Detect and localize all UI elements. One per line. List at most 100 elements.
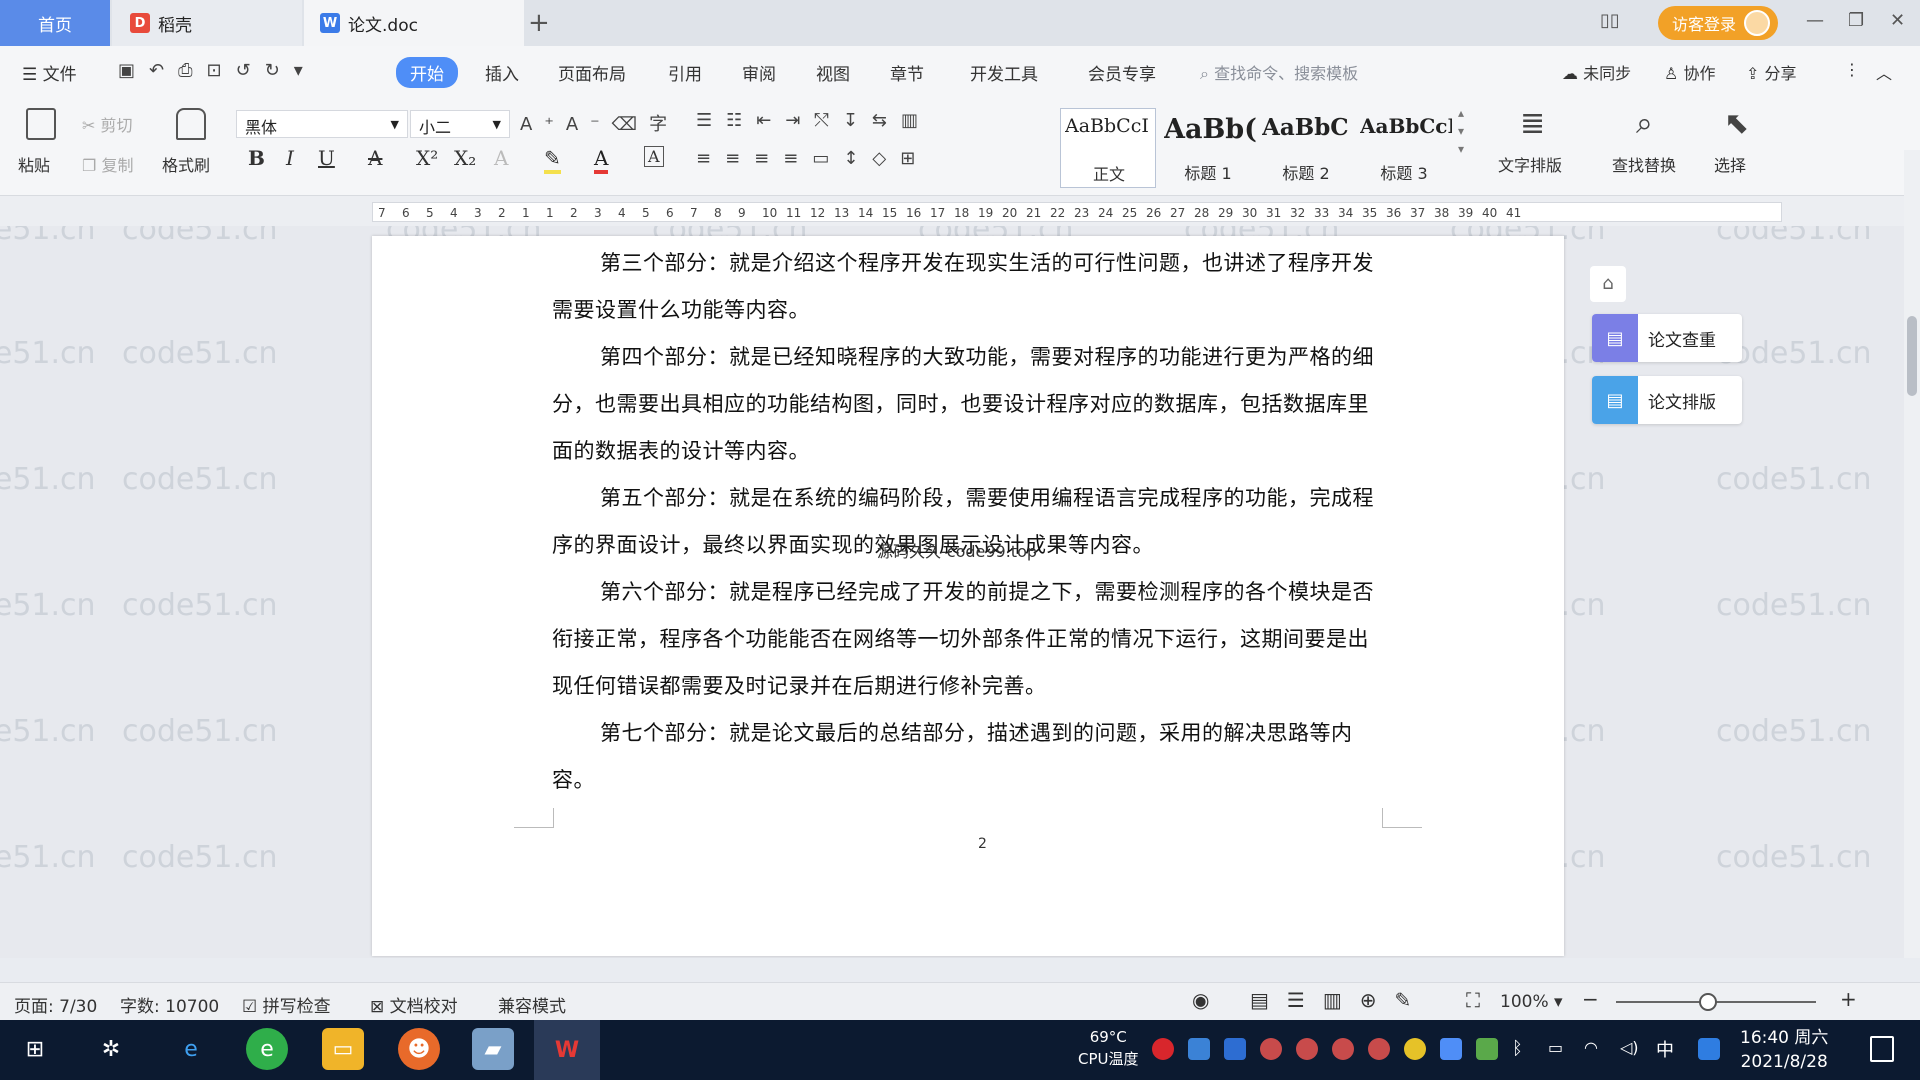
magnifier-icon[interactable]: ⌕ xyxy=(1636,106,1653,141)
fit-page-icon[interactable]: ⛶ xyxy=(1466,988,1480,1012)
superscript-icon[interactable]: X² xyxy=(416,146,438,170)
style-normal[interactable]: AaBbCcI 正文 xyxy=(1060,108,1156,188)
wps-taskbar-icon[interactable]: W xyxy=(534,1020,600,1080)
wifi-icon[interactable]: ◠ xyxy=(1584,1038,1606,1060)
font-size-select[interactable]: 小二 ▼ xyxy=(410,110,510,138)
sidebar-toggle-icon[interactable]: ▯▯ xyxy=(1600,10,1620,31)
list-and-indent-group[interactable]: ☰☷⇤⇥⤲↧⇆▥ xyxy=(696,110,932,131)
battery-icon[interactable]: ▭ xyxy=(1548,1038,1570,1060)
internet-explorer-icon[interactable]: e xyxy=(170,1028,212,1070)
tray-app-icon[interactable] xyxy=(1368,1038,1390,1060)
paste-button[interactable]: 粘贴 xyxy=(18,152,50,176)
text-layout-button[interactable]: 文字排版 xyxy=(1498,152,1562,176)
file-menu[interactable]: ☰ 文件 xyxy=(22,60,77,85)
restore-icon[interactable]: ❐ xyxy=(1848,10,1864,31)
side-panel-collapse-icon[interactable]: ⌂ xyxy=(1590,266,1626,302)
tray-app-icon[interactable] xyxy=(1440,1038,1462,1060)
paragraph-part-7[interactable]: 第七个部分：就是论文最后的总结部分，描述遇到的问题，采用的解决思路等内容。 xyxy=(552,710,1382,804)
alignment-group[interactable]: ≡≡≡≡▭↕◇⊞ xyxy=(696,148,929,169)
minimize-icon[interactable]: — xyxy=(1806,10,1824,31)
tray-app-icon[interactable] xyxy=(1188,1038,1210,1060)
close-icon[interactable]: ✕ xyxy=(1890,10,1905,31)
tab-page-layout[interactable]: 页面布局 xyxy=(558,60,626,85)
tray-app-icon[interactable] xyxy=(1152,1038,1174,1060)
tray-app-icon[interactable] xyxy=(1296,1038,1318,1060)
tab-review[interactable]: 审阅 xyxy=(742,60,776,85)
format-painter-icon[interactable] xyxy=(176,108,206,140)
paragraph-part-4[interactable]: 第四个部分：就是已经知晓程序的大致功能，需要对程序的功能进行更为严格的细分，也需… xyxy=(552,334,1382,475)
tray-app-icon[interactable] xyxy=(1260,1038,1282,1060)
fan-app-icon[interactable]: ✲ xyxy=(90,1028,132,1070)
tab-references[interactable]: 引用 xyxy=(668,60,702,85)
taskbar-clock[interactable]: 16:40 周六 2021/8/28 xyxy=(1740,1026,1828,1074)
strikethrough-icon[interactable]: A xyxy=(368,146,382,170)
zoom-select[interactable]: 100% ▾ xyxy=(1500,992,1563,1012)
tray-app-icon[interactable] xyxy=(1404,1038,1426,1060)
collaborate-button[interactable]: ♙ 协作 xyxy=(1664,60,1715,84)
style-heading-3[interactable]: AaBbCcI 标题 3 xyxy=(1356,108,1452,188)
tab-developer[interactable]: 开发工具 xyxy=(970,60,1038,85)
spell-check-button[interactable]: ☑ 拼写检查 xyxy=(242,992,331,1017)
paper-layout-button[interactable]: ▤ 论文排版 xyxy=(1592,376,1742,424)
view-mode-group[interactable]: ▤☰▥⊕✎ xyxy=(1250,988,1429,1012)
tab-home[interactable]: 首页 xyxy=(0,0,110,46)
italic-icon[interactable]: I xyxy=(286,146,294,170)
volume-icon[interactable]: ◁) xyxy=(1620,1038,1642,1060)
format-painter-button[interactable]: 格式刷 xyxy=(162,152,210,176)
browser-360-icon[interactable]: e xyxy=(246,1028,288,1070)
file-explorer-icon[interactable]: ▭ xyxy=(322,1028,364,1070)
cut-button[interactable]: ✂ 剪切 xyxy=(82,112,133,136)
notification-center-icon[interactable] xyxy=(1870,1036,1894,1062)
plagiarism-check-button[interactable]: ▤ 论文查重 xyxy=(1592,314,1742,362)
cpu-temperature[interactable]: 69°C CPU温度 xyxy=(1078,1026,1139,1070)
input-method-indicator[interactable]: 中 xyxy=(1656,1036,1674,1062)
copy-button[interactable]: ❐ 复制 xyxy=(82,152,133,176)
zoom-in-icon[interactable]: + xyxy=(1840,987,1857,1011)
font-color-icon[interactable]: A xyxy=(594,146,609,174)
new-tab-icon[interactable]: + xyxy=(528,8,550,38)
vertical-scrollbar[interactable] xyxy=(1904,150,1920,958)
paragraph-part-6[interactable]: 第六个部分：就是程序已经完成了开发的前提之下，需要检测程序的各个模块是否衔接正常… xyxy=(552,569,1382,710)
text-layout-icon[interactable]: ≣ xyxy=(1520,106,1545,141)
style-gallery-scroll-icon[interactable]: ▴ ▾ ▾ xyxy=(1458,104,1464,158)
underline-icon[interactable]: U xyxy=(318,146,335,170)
notebook-app-icon[interactable]: ▰ xyxy=(472,1028,514,1070)
tray-app-icon[interactable] xyxy=(1476,1038,1498,1060)
tray-app-icon[interactable] xyxy=(1332,1038,1354,1060)
font-name-select[interactable]: 黑体 ▼ xyxy=(236,110,408,138)
page-indicator[interactable]: 页面: 7/30 xyxy=(14,992,97,1017)
word-count[interactable]: 字数: 10700 xyxy=(120,992,219,1017)
highlight-icon[interactable]: ✎ xyxy=(544,146,561,174)
tab-view[interactable]: 视图 xyxy=(816,60,850,85)
game-app-icon[interactable]: ☻ xyxy=(398,1028,440,1070)
unsynced-button[interactable]: ☁ 未同步 xyxy=(1562,60,1631,84)
style-heading-1[interactable]: AaBb( 标题 1 xyxy=(1160,108,1256,188)
document-area[interactable]: code51.cn code51.cn code51.cn code51.cn code… xyxy=(0,226,1906,958)
tab-insert[interactable]: 插入 xyxy=(485,60,519,85)
text-effect-icon[interactable]: A xyxy=(494,146,508,170)
select-button[interactable]: 选择 xyxy=(1714,152,1746,176)
zoom-slider-knob[interactable] xyxy=(1699,993,1717,1011)
tab-chapter[interactable]: 章节 xyxy=(890,60,924,85)
share-button[interactable]: ⇪ 分享 xyxy=(1746,60,1797,84)
windows-start-icon[interactable]: ⊞ xyxy=(14,1028,56,1070)
command-search[interactable]: ⌕ 查找命令、搜索模板 xyxy=(1200,60,1358,84)
subscript-icon[interactable]: X₂ xyxy=(454,146,476,170)
scrollbar-thumb[interactable] xyxy=(1907,316,1917,396)
tab-daoke[interactable]: D 稻壳 xyxy=(112,0,302,46)
document-page[interactable]: 第三个部分：就是介绍这个程序开发在现实生活的可行性问题，也讲述了程序开发需要设置… xyxy=(372,236,1564,956)
shield-icon[interactable] xyxy=(1224,1038,1246,1060)
find-replace-button[interactable]: 查找替换 xyxy=(1612,152,1676,176)
tab-document[interactable]: W 论文.doc xyxy=(304,0,524,46)
tab-start[interactable]: 开始 xyxy=(396,57,458,88)
cursor-icon[interactable]: ⬉ xyxy=(1724,106,1749,141)
zoom-out-icon[interactable]: − xyxy=(1582,987,1599,1011)
doc-proof-button[interactable]: ⊠ 文档校对 xyxy=(370,992,458,1017)
style-heading-2[interactable]: AaBbC 标题 2 xyxy=(1258,108,1354,188)
paste-icon[interactable] xyxy=(26,108,56,140)
bold-icon[interactable]: B xyxy=(248,146,265,170)
quick-access-toolbar[interactable]: ▣↶⎙⊡↺↻▾ xyxy=(118,60,317,81)
input-method-app-icon[interactable] xyxy=(1698,1038,1720,1060)
guest-login-button[interactable]: 访客登录 xyxy=(1658,6,1778,40)
paragraph-part-3[interactable]: 第三个部分：就是介绍这个程序开发在现实生活的可行性问题，也讲述了程序开发需要设置… xyxy=(552,240,1382,334)
